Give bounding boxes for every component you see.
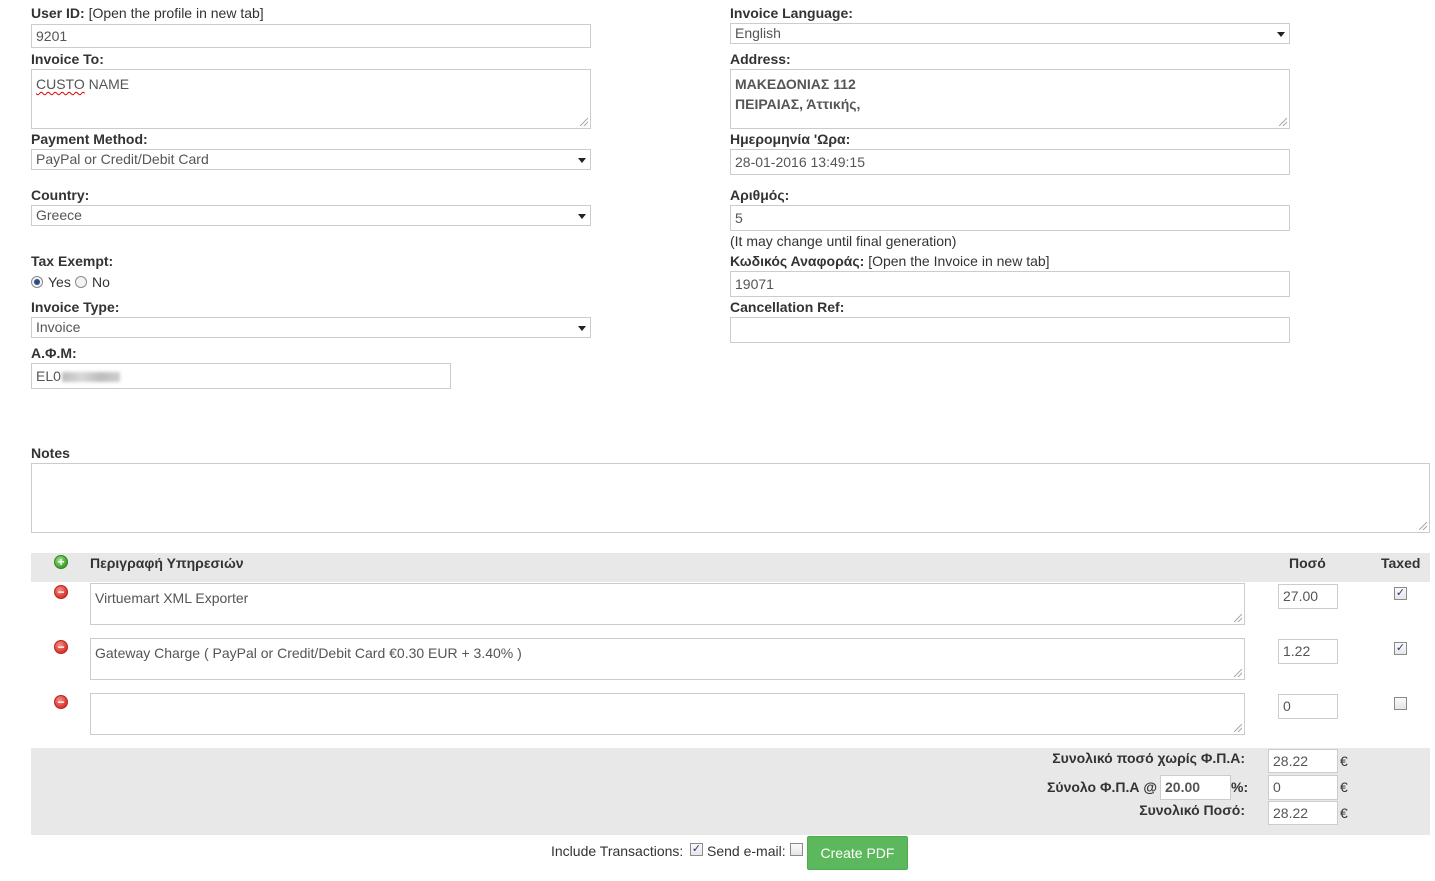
item-amount-field[interactable]: 27.00 [1278,584,1338,609]
address-line-2: ΠΕΙΡΑΙΑΣ, Άττικής, [735,96,861,112]
subtotal-currency: € [1340,753,1348,769]
item-taxed-checkbox[interactable] [1394,697,1407,710]
payment-method-label: Payment Method: [31,131,148,147]
resize-grip-icon[interactable] [1234,669,1242,677]
item-description-textarea[interactable] [90,693,1245,735]
item-description-value: Virtuemart XML Exporter [95,590,249,606]
redacted-blur [61,372,120,383]
tax-exempt-yes-radio[interactable] [31,276,43,288]
cancellation-field[interactable] [730,317,1290,343]
include-transactions-label: Include Transactions: [551,843,684,859]
checkmark-icon: ✓ [1395,587,1406,599]
checkmark-icon: ✓ [1395,642,1406,654]
invoice-language-select[interactable]: English [730,23,1290,44]
invoice-type-value: Invoice [36,319,81,335]
add-row-icon[interactable]: + [54,555,68,569]
invoice-to-value-b: NAME [84,76,130,92]
items-header-taxed: Taxed [1381,555,1421,571]
item-taxed-checkbox[interactable]: ✓ [1394,587,1407,600]
invoice-to-textarea[interactable]: CUSTO NAME [31,69,591,129]
vat-rate-field[interactable]: 20.00 [1160,775,1231,800]
notes-label: Notes [31,445,70,461]
cancellation-label: Cancellation Ref: [730,299,845,315]
vat-currency: € [1340,779,1348,795]
item-description-textarea[interactable]: Gateway Charge ( PayPal or Credit/Debit … [90,638,1245,680]
item-amount-field[interactable]: 1.22 [1278,639,1338,664]
user-id-label-text: User ID: [31,5,85,21]
ref-code-label: Κωδικός Αναφοράς: [Open the Invoice in n… [730,253,1050,269]
user-id-field[interactable]: 9201 [31,24,591,48]
resize-grip-icon[interactable] [1234,614,1242,622]
remove-row-icon[interactable]: − [54,695,68,709]
address-label: Address: [730,51,791,67]
resize-grip-icon[interactable] [1419,522,1427,530]
invoice-type-select[interactable]: Invoice [31,317,591,338]
open-invoice-link[interactable]: [Open the Invoice in new tab] [868,253,1049,269]
total-field[interactable]: 28.22 [1268,801,1338,825]
datetime-label: Ημερομηνία 'Ωρα: [730,131,851,147]
user-id-label: User ID: [Open the profile in new tab] [31,5,264,21]
resize-grip-icon[interactable] [1234,724,1242,732]
notes-textarea[interactable] [31,463,1430,533]
payment-method-value: PayPal or Credit/Debit Card [36,151,209,167]
tax-exempt-no-label: No [92,274,110,290]
invoice-language-label: Invoice Language: [730,5,853,21]
items-header-amount: Ποσό [1289,555,1326,571]
vat-field[interactable]: 0 [1268,775,1338,800]
vat-label: Σύνολο Φ.Π.Α @ [1047,779,1157,795]
remove-row-icon[interactable]: − [54,640,68,654]
country-value: Greece [36,207,82,223]
invoice-to-label: Invoice To: [31,51,104,67]
total-currency: € [1340,805,1348,821]
tax-exempt-no-radio[interactable] [75,276,87,288]
vat-pct-label: %: [1231,779,1249,795]
afm-label: Α.Φ.Μ: [31,345,77,361]
include-transactions-checkbox[interactable]: ✓ [690,843,703,856]
tax-exempt-yes-label: Yes [48,274,71,290]
country-select[interactable]: Greece [31,205,591,226]
country-label: Country: [31,187,90,203]
items-header-description: Περιγραφή Υπηρεσιών [90,555,244,571]
datetime-field[interactable]: 28-01-2016 13:49:15 [730,149,1290,175]
dropdown-arrow-icon [1277,32,1285,37]
address-line-1: ΜΑΚΕΔΟΝΙΑΣ 112 [735,76,856,92]
address-textarea[interactable]: ΜΑΚΕΔΟΝΙΑΣ 112 ΠΕΙΡΑΙΑΣ, Άττικής, [730,69,1290,129]
dropdown-arrow-icon [578,158,586,163]
dropdown-arrow-icon [578,214,586,219]
create-pdf-button[interactable]: Create PDF [807,836,908,870]
afm-field[interactable]: EL0 [31,363,451,389]
resize-grip-icon[interactable] [580,118,588,126]
subtotal-field[interactable]: 28.22 [1268,749,1338,773]
remove-row-icon[interactable]: − [54,585,68,599]
item-amount-field[interactable]: 0 [1278,694,1338,719]
tax-exempt-label: Tax Exempt: [31,253,114,269]
send-email-checkbox[interactable] [790,843,803,856]
item-taxed-checkbox[interactable]: ✓ [1394,642,1407,655]
number-label: Αριθμός: [730,187,790,203]
ref-code-label-text: Κωδικός Αναφοράς: [730,253,865,269]
afm-value: EL0 [36,368,61,384]
payment-method-select[interactable]: PayPal or Credit/Debit Card [31,149,591,170]
invoice-type-label: Invoice Type: [31,299,120,315]
ref-code-field[interactable]: 19071 [730,271,1290,297]
dropdown-arrow-icon [578,326,586,331]
invoice-language-value: English [735,25,781,41]
subtotal-label: Συνολικό ποσό χωρίς Φ.Π.Α: [1052,750,1245,766]
resize-grip-icon[interactable] [1279,118,1287,126]
checkmark-icon: ✓ [691,843,702,855]
send-email-label: Send e-mail: [707,843,786,859]
item-description-value: Gateway Charge ( PayPal or Credit/Debit … [95,645,522,661]
total-label: Συνολικό Ποσό: [1139,802,1245,818]
open-profile-link[interactable]: [Open the profile in new tab] [89,5,264,21]
number-note: (It may change until final generation) [730,233,957,249]
item-description-textarea[interactable]: Virtuemart XML Exporter [90,583,1245,625]
number-field[interactable]: 5 [730,205,1290,231]
invoice-to-value-a: CUSTO [36,76,85,92]
